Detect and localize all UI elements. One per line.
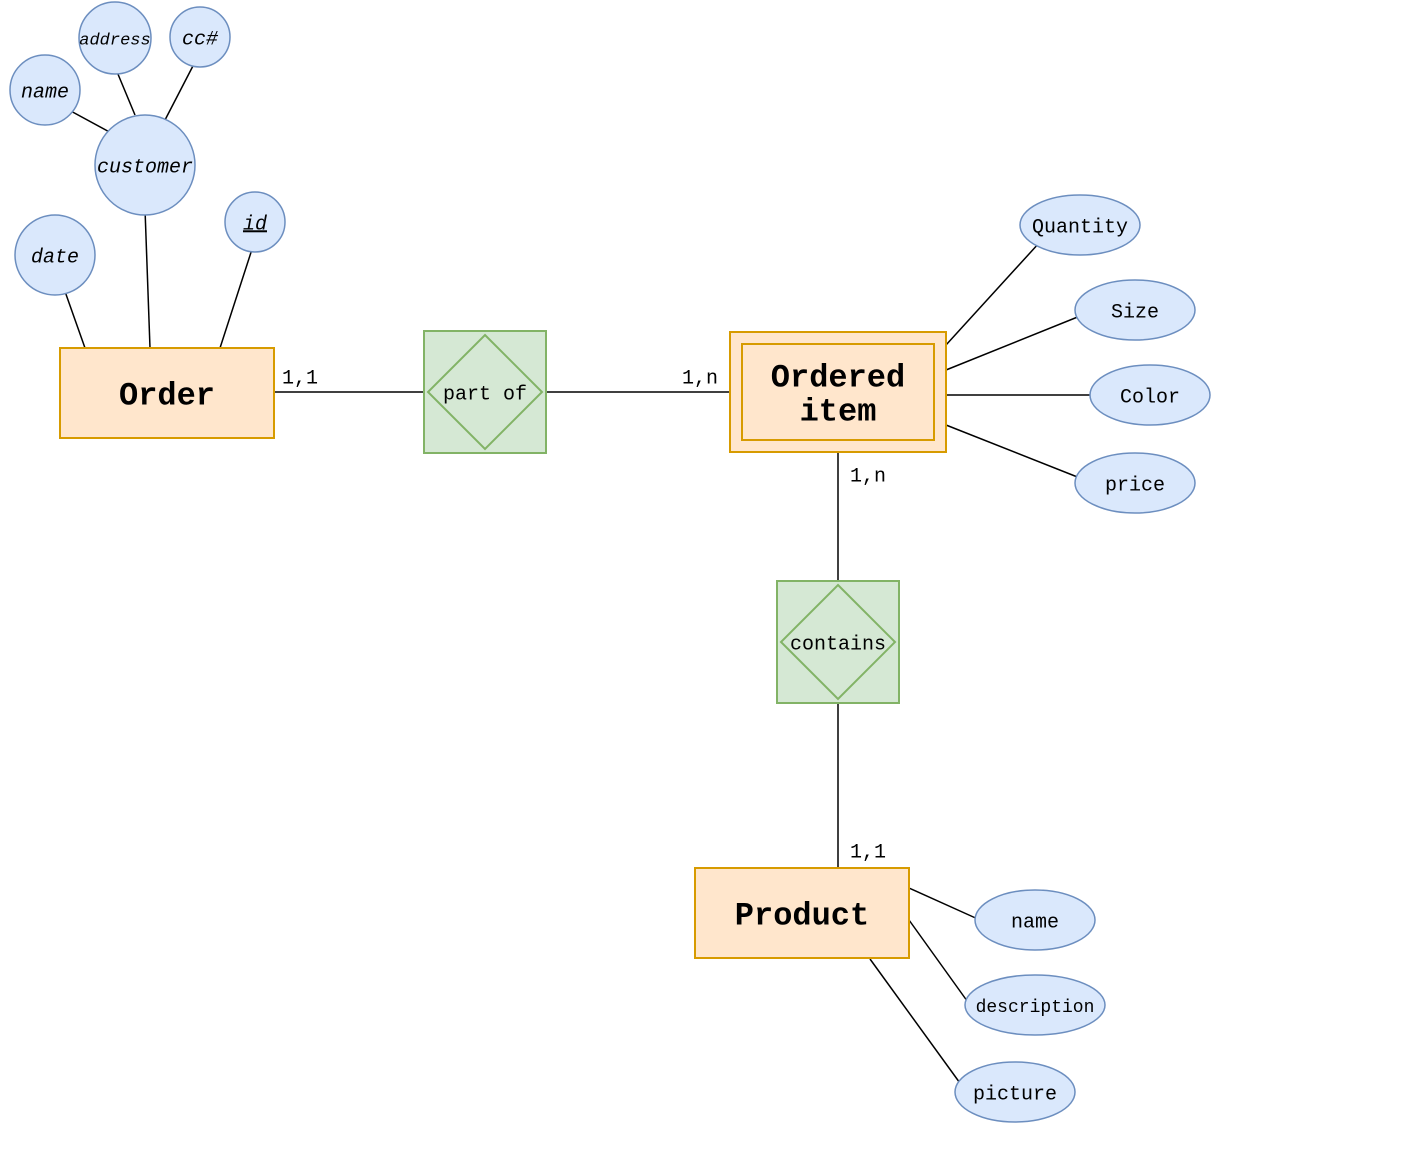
attr-quantity-label: Quantity (1032, 216, 1128, 239)
attr-id-label: id (243, 213, 267, 236)
attr-p-name-label: name (1011, 911, 1059, 934)
attr-date-label: date (31, 246, 79, 269)
attr-cc-label: cc# (182, 28, 219, 51)
card-contains-product: 1,1 (850, 841, 886, 864)
edge-order-customer (145, 209, 150, 348)
edge-ordered-quantity (946, 231, 1050, 345)
edge-ordered-size (946, 310, 1095, 370)
edge-customer-cc (165, 62, 195, 120)
attr-color-label: Color (1120, 386, 1180, 409)
relationship-partof-label: part of (443, 383, 527, 406)
attr-size-label: Size (1111, 301, 1159, 324)
attr-name-label: name (21, 81, 69, 104)
attr-p-picture-label: picture (973, 1083, 1057, 1106)
edge-product-name (909, 888, 980, 920)
entity-order-label: Order (119, 377, 215, 414)
attr-p-description-label: description (976, 998, 1095, 1018)
attr-price-label: price (1105, 474, 1165, 497)
edge-ordered-price (946, 425, 1085, 480)
entity-ordered-item-label-1: Ordered (771, 359, 905, 396)
card-ordered-contains: 1,n (850, 465, 886, 488)
edge-product-description (909, 920, 970, 1005)
entity-ordered-item-label-2: item (800, 393, 877, 430)
edge-order-id (220, 240, 255, 348)
card-order-partof: 1,1 (282, 367, 318, 390)
card-partof-ordered: 1,n (682, 367, 718, 390)
relationship-contains-label: contains (790, 633, 886, 656)
attr-customer-label: customer (97, 156, 193, 179)
entity-product-label: Product (735, 897, 869, 934)
attr-address-label: address (79, 31, 150, 50)
er-diagram: Order Ordered item Product part of conta… (0, 0, 1418, 1154)
